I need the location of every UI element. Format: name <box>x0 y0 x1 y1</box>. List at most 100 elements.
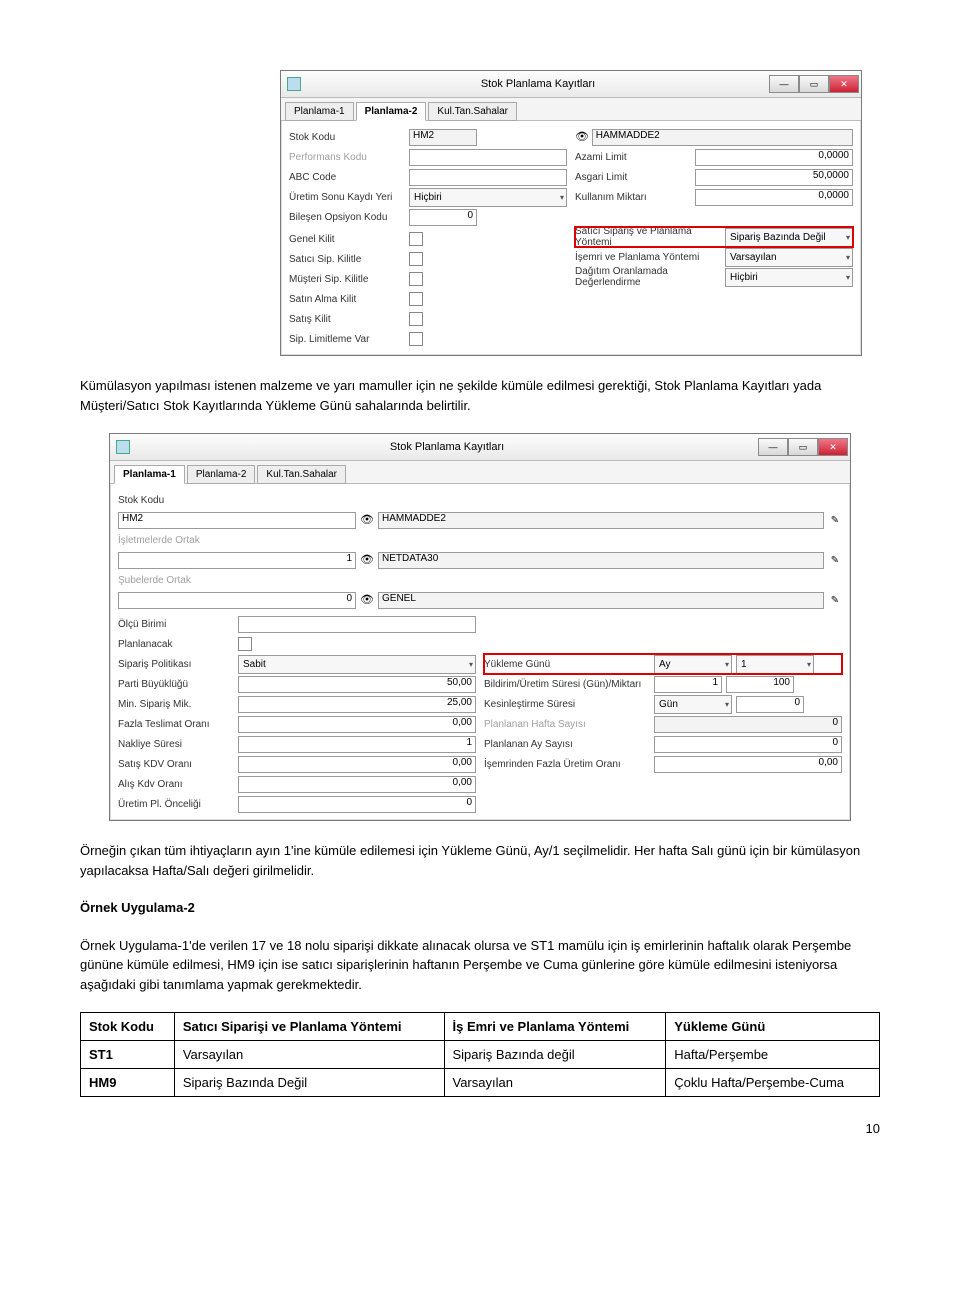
table-row: Sipariş Bazında değil <box>444 1041 666 1069</box>
satici-kilit-label: Satıcı Sip. Kilitle <box>289 254 409 265</box>
isemri-select[interactable]: Varsayılan▾ <box>725 248 853 267</box>
edit-icon[interactable]: ✎ <box>828 593 842 607</box>
yukleme-label: Yükleme Günü <box>484 659 654 670</box>
sip-limit-checkbox[interactable] <box>409 332 423 346</box>
kesin-select[interactable]: Gün▾ <box>654 695 732 714</box>
app-icon <box>287 77 301 91</box>
satinalma-kilit-label: Satın Alma Kilit <box>289 294 409 305</box>
stok-kodu-label: Stok Kodu <box>118 495 238 506</box>
planlanacak-checkbox[interactable] <box>238 637 252 651</box>
asgari-field[interactable]: 50,0000 <box>695 169 853 186</box>
dagitim-label: Dağıtım Oranlamada Değerlendirme <box>575 266 725 288</box>
min-field[interactable]: 25,00 <box>238 696 476 713</box>
binoculars-icon[interactable]: 👁 <box>360 513 374 527</box>
sube-num[interactable]: 0 <box>118 592 356 609</box>
table-row: Varsayılan <box>174 1041 444 1069</box>
settings-table: Stok Kodu Satıcı Siparişi ve Planlama Yö… <box>80 1012 880 1097</box>
performans-label: Performans Kodu <box>289 152 409 163</box>
fazla-field[interactable]: 0,00 <box>238 716 476 733</box>
page-number: 10 <box>80 1121 880 1136</box>
minimize-button[interactable]: — <box>769 75 799 93</box>
th-stok: Stok Kodu <box>81 1013 175 1041</box>
dagitim-select[interactable]: Hiçbiri▾ <box>725 268 853 287</box>
genel-kilit-checkbox[interactable] <box>409 232 423 246</box>
stok-kodu-field[interactable]: HM2 <box>409 129 477 146</box>
table-row: ST1 <box>81 1041 175 1069</box>
kesin-field[interactable]: 0 <box>736 696 804 713</box>
uretim-label: Üretim Sonu Kaydı Yeri <box>289 192 409 203</box>
satici-plan-select[interactable]: Sipariş Bazında Değil▾ <box>725 228 853 247</box>
abc-field[interactable] <box>409 169 567 186</box>
titlebar[interactable]: Stok Planlama Kayıtları — ▭ ✕ <box>110 434 850 461</box>
stok-kodu-label: Stok Kodu <box>289 132 409 143</box>
th-yukleme: Yükleme Günü <box>666 1013 880 1041</box>
titlebar[interactable]: Stok Planlama Kayıtları — ▭ ✕ <box>281 71 861 98</box>
abc-label: ABC Code <box>289 172 409 183</box>
isletme-num[interactable]: 1 <box>118 552 356 569</box>
nakliye-field[interactable]: 1 <box>238 736 476 753</box>
siparis-label: Sipariş Politikası <box>118 659 238 670</box>
tab-kul-tan[interactable]: Kul.Tan.Sahalar <box>428 102 517 121</box>
performans-field[interactable] <box>409 149 567 166</box>
tab-kul-tan[interactable]: Kul.Tan.Sahalar <box>257 465 346 484</box>
kullanim-label: Kullanım Miktarı <box>575 192 695 203</box>
pas-field[interactable]: 0 <box>654 736 842 753</box>
min-label: Min. Sipariş Mik. <box>118 699 238 710</box>
maximize-button[interactable]: ▭ <box>799 75 829 93</box>
binoculars-icon[interactable]: 👁 <box>360 553 374 567</box>
stok-kodu-field[interactable]: HM2 <box>118 512 356 529</box>
window-stok-planlama-1: Stok Planlama Kayıtları — ▭ ✕ Planlama-1… <box>109 433 851 821</box>
window-stok-planlama-2: Stok Planlama Kayıtları — ▭ ✕ Planlama-1… <box>280 70 862 356</box>
upl-field[interactable]: 0 <box>238 796 476 813</box>
th-isemri: İş Emri ve Planlama Yöntemi <box>444 1013 666 1041</box>
window-title: Stok Planlama Kayıtları <box>136 441 758 453</box>
tab-planlama-1[interactable]: Planlama-1 <box>285 102 354 121</box>
olcu-field[interactable] <box>238 616 476 633</box>
paragraph-3: Örnek Uygulama-1'de verilen 17 ve 18 nol… <box>80 936 880 995</box>
bildirim-field-1[interactable]: 1 <box>654 676 722 693</box>
tab-planlama-2[interactable]: Planlama-2 <box>187 465 256 484</box>
maximize-button[interactable]: ▭ <box>788 438 818 456</box>
close-button[interactable]: ✕ <box>818 438 848 456</box>
parti-label: Parti Büyüklüğü <box>118 679 238 690</box>
kesin-label: Kesinleştirme Süresi <box>484 699 654 710</box>
skdv-field[interactable]: 0,00 <box>238 756 476 773</box>
edit-icon[interactable]: ✎ <box>828 553 842 567</box>
nakliye-label: Nakliye Süresi <box>118 739 238 750</box>
azami-field[interactable]: 0,0000 <box>695 149 853 166</box>
satis-kilit-checkbox[interactable] <box>409 312 423 326</box>
siparis-select[interactable]: Sabit▾ <box>238 655 476 674</box>
close-button[interactable]: ✕ <box>829 75 859 93</box>
ife-label: İşemrinden Fazla Üretim Oranı <box>484 759 654 770</box>
binoculars-icon[interactable]: 👁 <box>575 130 589 144</box>
musteri-kilit-label: Müşteri Sip. Kilitle <box>289 274 409 285</box>
binoculars-icon[interactable]: 👁 <box>360 593 374 607</box>
sube-label: Şubelerde Ortak <box>118 575 238 586</box>
satinalma-kilit-checkbox[interactable] <box>409 292 423 306</box>
tab-planlama-2[interactable]: Planlama-2 <box>356 102 427 121</box>
ife-field[interactable]: 0,00 <box>654 756 842 773</box>
edit-icon[interactable]: ✎ <box>828 513 842 527</box>
satici-kilit-checkbox[interactable] <box>409 252 423 266</box>
tab-planlama-1[interactable]: Planlama-1 <box>114 465 185 484</box>
isletme-name: NETDATA30 <box>378 552 824 569</box>
bildirim-label: Bildirim/Üretim Süresi (Gün)/Miktarı <box>484 679 654 690</box>
pas-label: Planlanan Ay Sayısı <box>484 739 654 750</box>
musteri-kilit-checkbox[interactable] <box>409 272 423 286</box>
minimize-button[interactable]: — <box>758 438 788 456</box>
heading-ornek-2: Örnek Uygulama-2 <box>80 898 880 918</box>
yukleme-unit-select[interactable]: Ay▾ <box>654 655 732 674</box>
paragraph-1: Kümülasyon yapılması istenen malzeme ve … <box>80 376 880 415</box>
phs-label: Planlanan Hafta Sayısı <box>484 719 654 730</box>
paragraph-2: Örneğin çıkan tüm ihtiyaçların ayın 1'in… <box>80 841 880 880</box>
bildirim-field-2[interactable]: 100 <box>726 676 794 693</box>
bilesen-label: Bileşen Opsiyon Kodu <box>289 212 409 223</box>
hammadde-field: HAMMADDE2 <box>592 129 853 146</box>
yukleme-val-select[interactable]: 1▾ <box>736 655 814 674</box>
kullanim-field[interactable]: 0,0000 <box>695 189 853 206</box>
uretim-select[interactable]: Hiçbiri▾ <box>409 188 567 207</box>
parti-field[interactable]: 50,00 <box>238 676 476 693</box>
bilesen-field[interactable]: 0 <box>409 209 477 226</box>
isletme-label: İşletmelerde Ortak <box>118 535 238 546</box>
akdv-field[interactable]: 0,00 <box>238 776 476 793</box>
